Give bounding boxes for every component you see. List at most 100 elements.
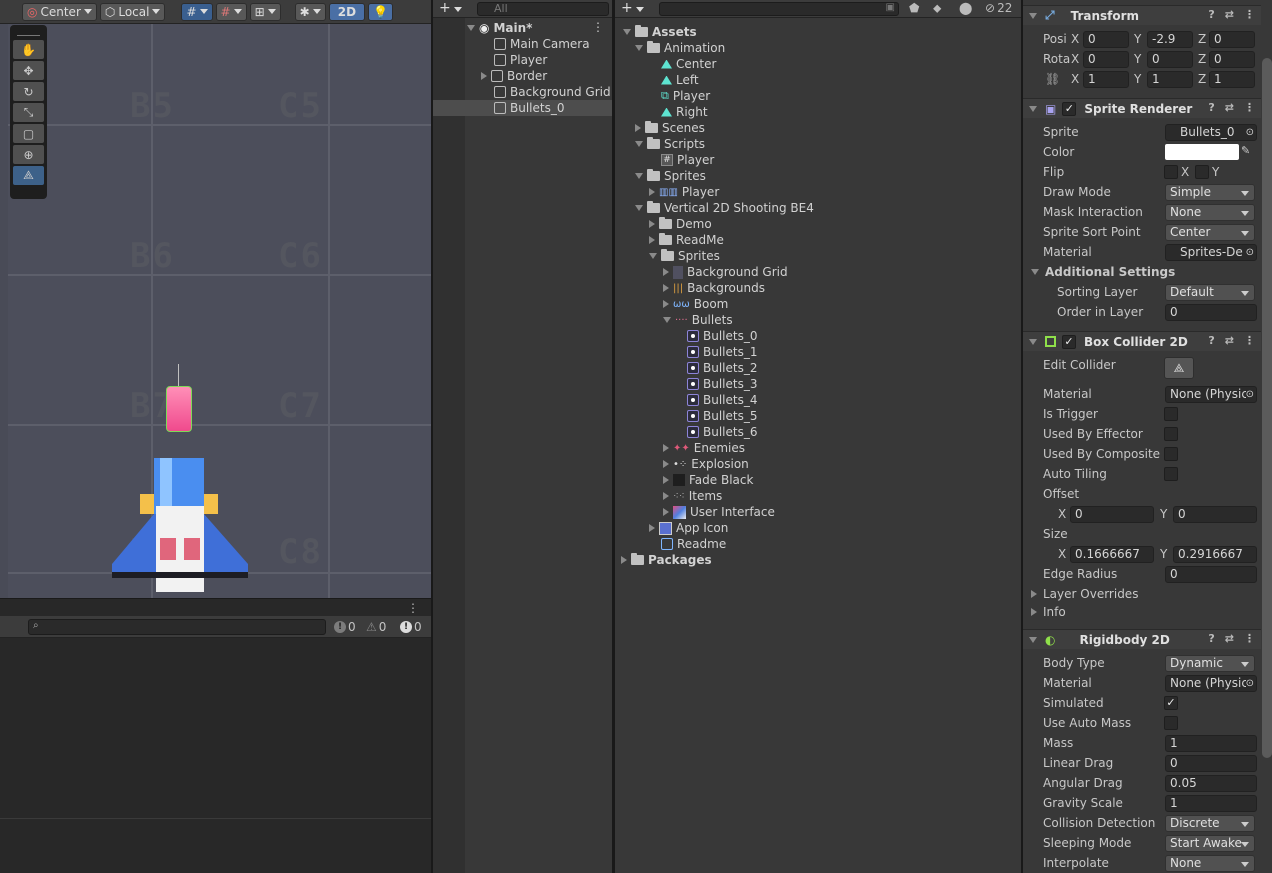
context-menu-icon[interactable]: ⋮ (1244, 8, 1255, 21)
inspector-scrollbar[interactable] (1262, 58, 1272, 758)
project-row[interactable]: Scripts (635, 136, 705, 152)
sorting-layer-dropdown[interactable]: Default (1165, 284, 1255, 301)
hierarchy-item[interactable]: Border (481, 68, 547, 84)
lighting-toggle[interactable]: 💡 (368, 2, 393, 21)
hierarchy-item[interactable]: Player (494, 52, 547, 68)
project-row[interactable]: Readme (661, 536, 726, 552)
edit-collider-button[interactable]: ⟁ (1164, 357, 1194, 379)
ruler-button[interactable]: ⊞ (249, 2, 281, 21)
project-row[interactable]: Background Grid (663, 264, 788, 280)
collision-detection-dropdown[interactable]: Discrete (1165, 815, 1255, 832)
size-y-field[interactable]: 0.2916667 (1173, 546, 1257, 563)
flip-y-checkbox[interactable] (1195, 165, 1209, 179)
project-row[interactable]: Right (661, 104, 708, 120)
project-row[interactable]: Bullets_2 (687, 360, 757, 376)
help-icon[interactable]: ? (1208, 632, 1214, 645)
position-y-field[interactable]: -2.9 (1147, 31, 1193, 48)
project-row[interactable]: Bullets_3 (687, 376, 757, 392)
project-row[interactable]: User Interface (663, 504, 775, 520)
transform-header[interactable]: ⤢ Transform ? ⇄ ⋮ (1023, 5, 1261, 25)
rb-material-field[interactable]: None (Physic ⊙ (1165, 675, 1257, 692)
bullet-sprite[interactable] (166, 386, 192, 432)
size-x-field[interactable]: 0.1666667 (1070, 546, 1154, 563)
scene-menu-icon[interactable]: ⋮ (592, 20, 604, 34)
gravity-scale-field[interactable]: 1 (1165, 795, 1257, 812)
project-row[interactable]: Sprites (649, 248, 720, 264)
project-row[interactable]: Bullets_0 (687, 328, 757, 344)
info-foldout[interactable]: Info (1031, 605, 1066, 619)
project-row[interactable]: Left (661, 72, 699, 88)
increment-snap-button[interactable]: # (215, 2, 247, 21)
flip-x-checkbox[interactable] (1164, 165, 1178, 179)
context-menu-icon[interactable]: ⋮ (1244, 334, 1255, 347)
scale-tool[interactable]: ⤡ (13, 103, 44, 122)
rotation-x-field[interactable]: 0 (1083, 51, 1129, 68)
used-by-effector-checkbox[interactable] (1164, 427, 1178, 441)
scale-z-field[interactable]: 1 (1209, 71, 1255, 88)
more-menu-icon[interactable]: ⋮ (407, 601, 419, 615)
project-row[interactable]: ✦✦ Enemies (663, 440, 745, 456)
preset-icon[interactable]: ⇄ (1225, 8, 1234, 21)
linear-drag-field[interactable]: 0 (1165, 755, 1257, 772)
simulated-checkbox[interactable]: ✓ (1164, 696, 1178, 710)
sort-point-dropdown[interactable]: Center (1165, 224, 1255, 241)
hand-tool[interactable]: ✋ (13, 40, 44, 59)
context-menu-icon[interactable]: ⋮ (1244, 101, 1255, 114)
scale-y-field[interactable]: 1 (1147, 71, 1193, 88)
sprite-renderer-header[interactable]: ▣ ✓ Sprite Renderer ? ⇄ ⋮ (1023, 98, 1261, 118)
project-row[interactable]: ⁖⁖ Items (663, 488, 722, 504)
project-row[interactable]: Animation (635, 40, 725, 56)
physics-material-field[interactable]: None (Physic ⊙ (1165, 386, 1257, 403)
preset-icon[interactable]: ⇄ (1225, 334, 1234, 347)
is-trigger-checkbox[interactable] (1164, 407, 1178, 421)
grid-snap-button[interactable]: # (181, 2, 213, 21)
enabled-checkbox[interactable]: ✓ (1062, 101, 1077, 116)
hidden-packages-toggle[interactable]: ⊘ 22 (985, 1, 1012, 15)
type-filter-icon[interactable]: ⬟ (909, 1, 919, 15)
add-button[interactable]: + (439, 0, 462, 16)
mass-field[interactable]: 1 (1165, 735, 1257, 752)
project-row[interactable]: Vertical 2D Shooting BE4 (635, 200, 814, 216)
project-row[interactable]: Center (661, 56, 716, 72)
eyedropper-icon[interactable]: ✎ (1241, 144, 1250, 157)
hierarchy-search-input[interactable]: All (477, 2, 609, 16)
body-type-dropdown[interactable]: Dynamic (1165, 655, 1255, 672)
sprite-object-field[interactable]: Bullets_0 ⊙ (1165, 124, 1257, 141)
project-row[interactable]: ···· Bullets (663, 312, 733, 328)
scene-canvas[interactable]: B5 C5 B6 C6 B7 C7 B8 C8 (8, 24, 431, 598)
object-picker-icon[interactable]: ⊙ (1246, 125, 1254, 140)
hierarchy-item[interactable]: Bullets_0 (494, 100, 564, 116)
edge-radius-field[interactable]: 0 (1165, 566, 1257, 583)
project-row[interactable]: ReadMe (649, 232, 724, 248)
layer-overrides-foldout[interactable]: Layer Overrides (1031, 587, 1138, 601)
warning-count-toggle[interactable]: ⚠ 0 (366, 619, 386, 635)
scene-root-row[interactable]: ◉ Main* (467, 20, 532, 36)
project-row[interactable]: Bullets_4 (687, 392, 757, 408)
project-search-input[interactable]: ▣ (659, 2, 899, 16)
project-row[interactable]: Bullets_6 (687, 424, 757, 440)
hierarchy-item[interactable]: Main Camera (494, 36, 590, 52)
link-scale-icon[interactable]: ⛓ (1045, 72, 1060, 86)
pivot-dropdown[interactable]: ◎ Center (22, 2, 97, 21)
log-count-toggle[interactable]: ! 0 (400, 619, 422, 635)
project-row[interactable]: # Player (661, 152, 714, 168)
position-x-field[interactable]: 0 (1083, 31, 1129, 48)
offset-y-field[interactable]: 0 (1173, 506, 1257, 523)
warning-filter-icon[interactable]: ⬤ (959, 1, 972, 15)
rigidbody-header[interactable]: ◐ Rigidbody 2D ? ⇄ ⋮ (1023, 629, 1261, 649)
rect-tool[interactable]: ▢ (13, 124, 44, 143)
enabled-checkbox[interactable]: ✓ (1062, 334, 1076, 349)
material-object-field[interactable]: Sprites-De ⊙ (1165, 244, 1257, 261)
help-icon[interactable]: ? (1208, 334, 1214, 347)
player-ship-sprite[interactable] (104, 454, 256, 598)
project-row[interactable]: Sprites (635, 168, 706, 184)
draw-mode-dropdown[interactable]: Simple (1165, 184, 1255, 201)
transform-tool[interactable]: ⊕ (13, 145, 44, 164)
project-row[interactable]: Fade Black (663, 472, 753, 488)
sleeping-mode-dropdown[interactable]: Start Awake (1165, 835, 1255, 852)
order-in-layer-field[interactable]: 0 (1165, 304, 1257, 321)
interpolate-dropdown[interactable]: None (1165, 855, 1255, 872)
help-icon[interactable]: ? (1208, 101, 1214, 114)
hierarchy-item[interactable]: Background Grid (494, 84, 611, 100)
angular-drag-field[interactable]: 0.05 (1165, 775, 1257, 792)
